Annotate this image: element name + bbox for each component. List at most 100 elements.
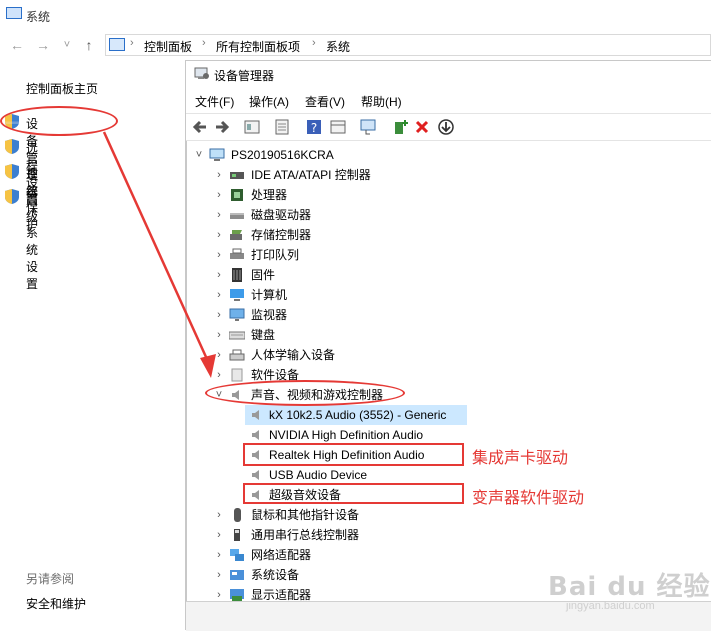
control-panel-icon <box>109 38 125 51</box>
recent-dropdown-button[interactable]: ˅ <box>58 36 76 54</box>
tree-root-label: PS20190516KCRA <box>231 148 334 162</box>
chevron-right-icon[interactable]: › <box>213 325 225 345</box>
tree-category-label: 磁盘驱动器 <box>251 208 312 222</box>
up-button[interactable]: ↑ <box>80 36 98 54</box>
breadcrumb-separator: › <box>130 37 134 49</box>
shield-icon <box>5 139 19 154</box>
device-manager-titlebar: 设备管理器 <box>186 61 711 87</box>
watermark-brand: Bai du 经验 <box>548 572 711 602</box>
see-also-heading: 另请参阅 <box>26 572 75 586</box>
toolbar: ? <box>186 113 711 141</box>
tree-category-label: 网络适配器 <box>251 548 312 562</box>
forward-icon[interactable] <box>212 118 232 138</box>
display-adapter-icon <box>230 589 244 601</box>
tree-category-label: 系统设备 <box>251 568 300 582</box>
hid-icon <box>229 349 245 361</box>
annotation-box-realtek <box>243 443 464 466</box>
chevron-right-icon[interactable]: › <box>213 285 225 305</box>
breadcrumb-control-panel[interactable]: 控制面板 <box>144 38 192 55</box>
breadcrumb-separator: › <box>202 37 206 49</box>
tree-category-label: 处理器 <box>251 188 288 202</box>
chevron-right-icon[interactable]: › <box>213 545 225 565</box>
chevron-right-icon[interactable]: › <box>213 185 225 205</box>
usb-icon <box>234 529 240 541</box>
tree-category-label: 监视器 <box>251 308 288 322</box>
computer-icon <box>209 148 225 161</box>
disk-icon <box>230 213 244 219</box>
tree-category-label: 人体学输入设备 <box>251 348 336 362</box>
add-driver-icon[interactable] <box>390 118 410 138</box>
back-icon[interactable] <box>190 118 210 138</box>
menu-action[interactable]: 操作(A) <box>249 93 289 110</box>
chevron-right-icon[interactable]: › <box>213 245 225 265</box>
tree-category-label: 鼠标和其他指针设备 <box>251 508 360 522</box>
security-maintenance-link[interactable]: 安全和维护 <box>26 595 86 612</box>
chevron-right-icon[interactable]: › <box>213 525 225 545</box>
system-window-icon <box>6 7 22 19</box>
tree-device-label: USB Audio Device <box>269 468 368 482</box>
storage-icon <box>230 230 242 240</box>
chevron-right-icon[interactable]: › <box>213 305 225 325</box>
network-icon <box>230 549 244 561</box>
software-icon <box>231 368 243 382</box>
chevron-right-icon[interactable]: › <box>213 505 225 525</box>
cpu-icon <box>231 189 243 201</box>
advanced-system-settings-label: 高级系统设置 <box>26 192 39 291</box>
annotation-label-voice-changer: 变声器软件驱动 <box>472 488 585 507</box>
tree-category-label: 存储控制器 <box>251 228 312 242</box>
keyboard-icon <box>229 331 245 340</box>
chevron-right-icon[interactable]: › <box>213 345 225 365</box>
uninstall-icon[interactable] <box>412 118 432 138</box>
computer-icon <box>230 289 244 301</box>
chevron-right-icon[interactable]: › <box>213 225 225 245</box>
device-manager-window: 设备管理器 文件(F) 操作(A) 查看(V) 帮助(H) ? ˅ PS2019… <box>185 60 711 631</box>
system-device-icon <box>230 570 244 580</box>
monitor-icon <box>229 308 245 321</box>
view-icon[interactable] <box>328 118 348 138</box>
control-panel-home-link[interactable]: 控制面板主页 <box>26 80 98 97</box>
tree-device-label: kX 10k2.5 Audio (3552) - Generic <box>269 408 447 422</box>
chevron-right-icon[interactable]: › <box>213 365 225 385</box>
chevron-right-icon[interactable]: › <box>213 265 225 285</box>
svg-text:?: ? <box>311 121 317 135</box>
window-titlebar: 系统 <box>0 0 711 30</box>
ide-icon <box>230 172 244 179</box>
help-icon[interactable]: ? <box>304 118 324 138</box>
window-title: 系统 <box>26 10 51 24</box>
tree-device-selected[interactable]: kX 10k2.5 Audio (3552) - Generic <box>245 405 467 425</box>
tree-category-label: 计算机 <box>251 288 288 302</box>
menu-bar: 文件(F) 操作(A) 查看(V) 帮助(H) <box>186 89 711 113</box>
tree-category-label: IDE ATA/ATAPI 控制器 <box>251 168 371 182</box>
speaker-icon <box>252 410 259 420</box>
annotation-ellipse-device-manager <box>0 106 118 136</box>
chevron-right-icon[interactable]: › <box>213 565 225 585</box>
device-manager-icon <box>194 67 209 79</box>
chevron-right-icon[interactable]: › <box>213 205 225 225</box>
scan-icon[interactable] <box>358 118 378 138</box>
annotation-label-realtek: 集成声卡驱动 <box>472 448 569 467</box>
menu-help[interactable]: 帮助(H) <box>361 93 402 110</box>
tree-category-label: 通用串行总线控制器 <box>251 528 360 542</box>
chevron-down-icon[interactable]: ˅ <box>193 145 205 165</box>
tree-device-label: NVIDIA High Definition Audio <box>269 428 424 442</box>
download-icon[interactable] <box>436 118 456 138</box>
breadcrumb-system[interactable]: 系统 <box>326 38 350 55</box>
chevron-right-icon[interactable]: › <box>213 165 225 185</box>
speaker-icon <box>252 430 259 440</box>
firmware-icon <box>232 268 242 282</box>
tree-category-label: 打印队列 <box>251 248 300 262</box>
update-icon[interactable] <box>272 118 292 138</box>
tree-category-label: 键盘 <box>251 328 276 342</box>
back-button[interactable]: ← <box>8 36 26 54</box>
menu-view[interactable]: 查看(V) <box>305 93 345 110</box>
shield-icon <box>5 189 19 204</box>
watermark-url: jingyan.baidu.com <box>566 600 655 612</box>
menu-file[interactable]: 文件(F) <box>195 93 234 110</box>
breadcrumb-all-items[interactable]: 所有控制面板项 <box>216 38 300 55</box>
annotation-box-voice-changer <box>243 483 464 504</box>
device-manager-title: 设备管理器 <box>214 69 275 83</box>
forward-button[interactable]: → <box>34 36 52 54</box>
address-bar[interactable]: › 控制面板 › 所有控制面板项 › 系统 <box>105 34 711 56</box>
properties-icon[interactable] <box>242 118 262 138</box>
mouse-icon <box>234 508 241 522</box>
